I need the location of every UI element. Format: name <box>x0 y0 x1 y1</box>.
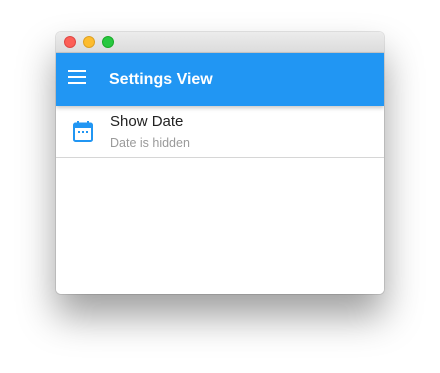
setting-item-text: Show Date Date is hidden <box>110 113 190 150</box>
calendar-icon <box>56 121 110 142</box>
app-window: Settings View Show Date Date is hidden <box>56 32 384 294</box>
app-bar: Settings View <box>56 53 384 106</box>
setting-item-title: Show Date <box>110 113 184 130</box>
minimize-window-button[interactable] <box>83 36 95 48</box>
window-titlebar <box>56 32 384 53</box>
menu-button[interactable] <box>56 53 96 106</box>
maximize-window-button[interactable] <box>102 36 114 48</box>
page-title: Settings View <box>109 70 213 88</box>
setting-item-subtitle: Date is hidden <box>110 136 190 150</box>
setting-item-show-date[interactable]: Show Date Date is hidden <box>56 106 384 158</box>
settings-list: Show Date Date is hidden <box>56 106 384 294</box>
close-window-button[interactable] <box>64 36 76 48</box>
menu-icon <box>68 70 86 89</box>
